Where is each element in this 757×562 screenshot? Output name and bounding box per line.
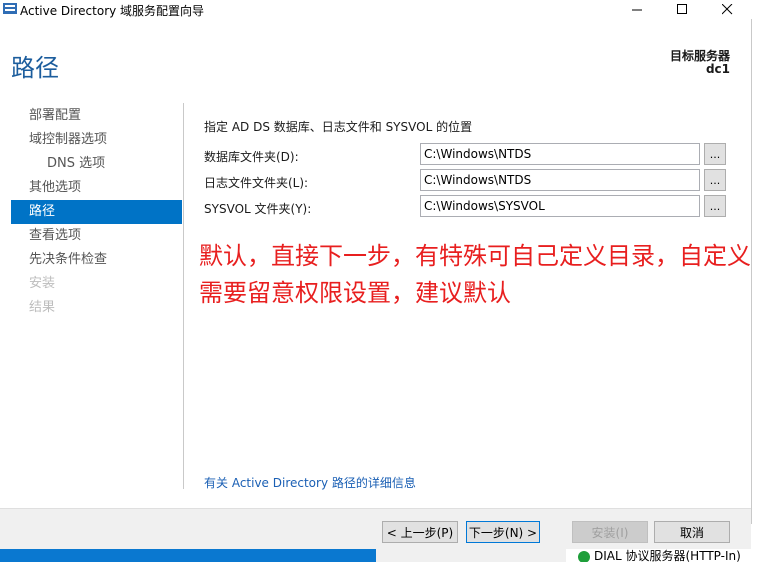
title-bar[interactable]: Active Directory 域服务配置向导 <box>0 0 757 19</box>
log-folder-label: 日志文件文件夹(L): <box>204 176 309 190</box>
close-button[interactable] <box>707 0 747 19</box>
background-item-label: DIAL 协议服务器(HTTP-In) <box>594 549 741 562</box>
background-list-item: DIAL 协议服务器(HTTP-In) <box>566 549 757 562</box>
more-info-link[interactable]: 有关 Active Directory 路径的详细信息 <box>204 474 416 491</box>
sidebar-item-paths[interactable]: 路径 <box>11 200 182 224</box>
paths-description: 指定 AD DS 数据库、日志文件和 SYSVOL 的位置 <box>204 120 473 134</box>
page-title: 路径 <box>11 54 59 82</box>
wizard-footer: < 上一步(P) 下一步(N) > 安装(I) 取消 <box>0 508 751 549</box>
sidebar-item-deployment-config[interactable]: 部署配置 <box>11 104 182 128</box>
next-button[interactable]: 下一步(N) > <box>466 521 540 543</box>
database-folder-input[interactable] <box>420 143 700 165</box>
cancel-button[interactable]: 取消 <box>654 521 730 543</box>
check-icon <box>578 551 590 562</box>
database-folder-label: 数据库文件夹(D): <box>204 150 299 164</box>
close-icon <box>721 4 732 15</box>
target-server-name: dc1 <box>705 62 730 76</box>
log-folder-browse-button[interactable]: ... <box>704 169 726 191</box>
log-folder-input[interactable] <box>420 169 700 191</box>
install-button: 安装(I) <box>572 521 648 543</box>
sidebar-item-installation: 安装 <box>29 276 56 291</box>
annotation-note: 默认，直接下一步，有特殊可自己定义目录，自定义需要留意权限设置，建议默认 <box>199 242 751 307</box>
maximize-icon <box>676 4 687 14</box>
sysvol-folder-label: SYSVOL 文件夹(Y): <box>204 202 312 216</box>
server-manager-icon <box>3 3 17 14</box>
database-folder-browse-button[interactable]: ... <box>704 143 726 165</box>
sidebar-item-dc-options[interactable]: 域控制器选项 <box>11 128 182 152</box>
sidebar-item-prerequisites-check[interactable]: 先决条件检查 <box>11 248 182 272</box>
sysvol-folder-input[interactable] <box>420 195 700 217</box>
previous-button[interactable]: < 上一步(P) <box>382 521 458 543</box>
sidebar-item-results: 结果 <box>29 300 56 315</box>
wizard-window: Active Directory 域服务配置向导 路径 目标服务器 dc1 部署… <box>0 0 757 562</box>
sidebar-divider <box>183 103 184 489</box>
window-title: Active Directory 域服务配置向导 <box>20 4 205 18</box>
maximize-button[interactable] <box>662 0 702 19</box>
minimize-icon <box>631 9 642 11</box>
window-right-edge <box>751 19 757 524</box>
sidebar-item-additional-options[interactable]: 其他选项 <box>11 176 182 200</box>
minimize-button[interactable] <box>617 0 657 19</box>
sidebar-item-dns-options[interactable]: DNS 选项 <box>11 152 182 176</box>
sidebar-item-review-options[interactable]: 查看选项 <box>11 224 182 248</box>
sysvol-folder-browse-button[interactable]: ... <box>704 195 726 217</box>
background-selection-bar <box>0 549 376 562</box>
